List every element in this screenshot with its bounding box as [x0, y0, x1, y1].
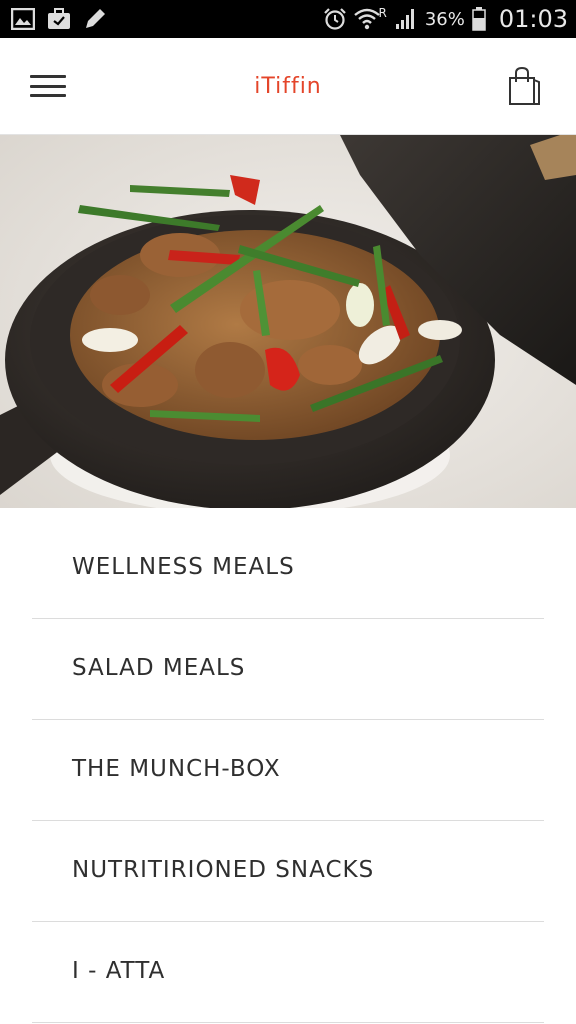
- briefcase-icon: [46, 6, 72, 32]
- battery-icon: [471, 6, 487, 32]
- app-header: iTiffin: [0, 38, 576, 135]
- menu-line: [30, 84, 66, 88]
- category-label: WELLNESS MEALS: [72, 554, 295, 580]
- menu-line: [30, 94, 66, 97]
- shopping-bag-icon[interactable]: [506, 66, 542, 106]
- hero-food-image: [0, 135, 576, 508]
- status-notifications: [10, 6, 108, 32]
- wifi-icon: [354, 6, 381, 32]
- status-bar: R 36% 01:03: [0, 0, 576, 38]
- category-label: NUTRITIRIONED SNACKS: [72, 857, 375, 883]
- roaming-indicator: R: [378, 6, 387, 20]
- category-label: SALAD MEALS: [72, 655, 246, 681]
- status-system: R 36% 01:03: [322, 5, 568, 33]
- category-item-wellness-meals[interactable]: WELLNESS MEALS: [32, 518, 544, 619]
- menu-line: [30, 75, 66, 78]
- gallery-icon: [10, 6, 36, 32]
- category-item-i-atta[interactable]: I - ATTA: [32, 922, 544, 1023]
- category-item-munch-box[interactable]: THE MUNCH-BOX: [32, 720, 544, 821]
- status-time: 01:03: [498, 5, 568, 33]
- app-title: iTiffin: [254, 73, 322, 99]
- category-list: WELLNESS MEALS SALAD MEALS THE MUNCH-BOX…: [32, 518, 544, 1023]
- category-label: THE MUNCH-BOX: [72, 756, 281, 782]
- hamburger-menu-icon[interactable]: [30, 72, 66, 100]
- category-label: I - ATTA: [72, 958, 166, 984]
- battery-percent: 36%: [424, 8, 465, 30]
- category-item-nutritirioned-snacks[interactable]: NUTRITIRIONED SNACKS: [32, 821, 544, 922]
- pencil-icon: [82, 6, 108, 32]
- alarm-icon: [322, 6, 348, 32]
- category-item-salad-meals[interactable]: SALAD MEALS: [32, 619, 544, 720]
- signal-icon: [393, 6, 419, 32]
